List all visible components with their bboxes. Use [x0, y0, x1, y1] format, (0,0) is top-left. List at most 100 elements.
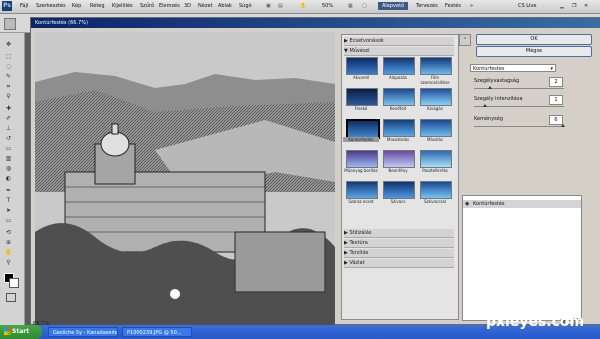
quick-select-tool-icon[interactable]: ✎	[4, 73, 13, 80]
category-artistic[interactable]: ▼ Művészi	[344, 47, 454, 56]
tool-preset-icon[interactable]	[4, 18, 16, 30]
3d-rotate-tool-icon[interactable]: ⟲	[4, 229, 13, 236]
filter-thumb-pastel[interactable]	[420, 150, 452, 168]
filter-select[interactable]: Kontúrfestés ▾	[470, 64, 556, 72]
filter-label: Másolás	[426, 137, 444, 142]
marquee-tool-icon[interactable]: ⬚	[4, 53, 13, 60]
close-icon[interactable]: ✕	[584, 3, 588, 9]
category-stylize[interactable]: ▶ Stilizálás	[344, 229, 454, 238]
shape-tool-icon[interactable]: ▭	[4, 217, 13, 224]
menu-3d[interactable]: 3D	[184, 3, 191, 9]
category-sketch[interactable]: ▶ Vázlat	[344, 259, 454, 268]
category-label: Vázlat	[349, 260, 365, 266]
edge-intensity-slider-handle[interactable]	[483, 104, 487, 107]
filter-thumb-akvarell[interactable]	[346, 57, 378, 75]
edge-intensity-label: Szegély intenzitása	[474, 96, 523, 102]
workspace-design[interactable]: Tervezés	[412, 2, 442, 10]
blur-tool-icon[interactable]: ◍	[4, 165, 13, 172]
minimize-icon[interactable]: ▁	[560, 3, 564, 9]
arrange-documents-icon[interactable]: ▦	[348, 3, 353, 9]
filter-thumb-poster-edges-selected[interactable]	[346, 119, 380, 139]
filter-thumb-cutout[interactable]	[420, 88, 452, 106]
filter-thumb-alapozas[interactable]	[383, 57, 415, 75]
bridge-icon[interactable]: ▣	[266, 3, 271, 9]
taskbar-item-photoshop[interactable]: P1000239.JPG @ 50...	[122, 327, 192, 337]
category-brush-strokes[interactable]: ▶ Ecsetvonások	[344, 37, 454, 46]
dodge-tool-icon[interactable]: ◐	[4, 175, 13, 182]
gradient-tool-icon[interactable]: ▥	[4, 155, 13, 162]
taskbar-item-browser[interactable]: Gesliche Sy - Kanadaseite	[48, 327, 118, 337]
effect-layer-item[interactable]: ◉ Kontúrfestés	[463, 200, 581, 208]
category-texture[interactable]: ▶ Textúra	[344, 239, 454, 248]
3d-orbit-tool-icon[interactable]: ⊕	[4, 239, 13, 246]
healing-tool-icon[interactable]: ✚	[4, 105, 13, 112]
posterization-slider[interactable]	[474, 126, 564, 127]
filter-thumb-dry-smudge[interactable]	[383, 88, 415, 106]
cs-live-button[interactable]: CS Live	[518, 3, 536, 9]
crop-tool-icon[interactable]: ⌗	[4, 83, 13, 90]
lasso-tool-icon[interactable]: ◌	[4, 63, 13, 70]
edge-thickness-slider-handle[interactable]	[488, 86, 492, 89]
visibility-eye-icon[interactable]: ◉	[465, 200, 469, 208]
menu-select[interactable]: Kijelölés	[112, 3, 133, 9]
workspace-painting[interactable]: Festés	[441, 2, 465, 10]
filter-thumb-sponge[interactable]	[383, 181, 415, 199]
filter-thumb-film-grain[interactable]	[420, 57, 452, 75]
mini-bridge-icon[interactable]: ▤	[278, 3, 283, 9]
pen-tool-icon[interactable]: ✒	[4, 187, 13, 194]
menu-file[interactable]: Fájl	[20, 3, 28, 9]
menu-edit[interactable]: Szerkesztés	[36, 3, 66, 9]
filter-label: Film szemcsésítése	[420, 75, 450, 85]
brush-tool-icon[interactable]: ✐	[4, 115, 13, 122]
category-label: Ecsetvonások	[349, 38, 384, 44]
eraser-tool-icon[interactable]: ▭	[4, 145, 13, 152]
background-color-swatch[interactable]	[9, 278, 19, 288]
menu-analysis[interactable]: Elemzés	[159, 3, 180, 9]
eyedropper-tool-icon[interactable]: ⚲	[4, 93, 13, 100]
filter-label: Kivágás	[427, 106, 443, 111]
preview-image[interactable]	[35, 32, 335, 336]
menu-window[interactable]: Ablak	[218, 3, 232, 9]
hand-tool-icon[interactable]: ✋	[4, 249, 13, 256]
path-select-tool-icon[interactable]: ➤	[4, 207, 13, 214]
edge-thickness-label: Szegélyvastagság	[474, 78, 520, 84]
menu-image[interactable]: Kép	[72, 3, 81, 9]
stamp-tool-icon[interactable]: ⊥	[4, 125, 13, 132]
menu-filter[interactable]: Szűrő	[140, 3, 154, 9]
move-tool-icon[interactable]: ✥	[4, 41, 13, 48]
workspace-more-icon[interactable]: »	[470, 3, 473, 9]
filter-thumb-copy[interactable]	[420, 119, 452, 137]
filter-label: Pasztellkréta	[422, 168, 448, 173]
edge-intensity-input[interactable]: 1	[549, 95, 563, 105]
hand-icon[interactable]: ✋	[300, 3, 306, 9]
screen-mode-icon[interactable]: ▢	[362, 3, 367, 9]
filter-label: Alapozás	[389, 75, 407, 80]
filter-gallery-panel: ▶ Ecsetvonások ▼ Művészi Akvarell Alapoz…	[341, 34, 459, 320]
edge-thickness-input[interactable]: 2	[549, 77, 563, 87]
zoom-tool-icon[interactable]: ⚲	[4, 259, 13, 266]
filter-thumb-dry-brush[interactable]	[346, 181, 378, 199]
workspace-essentials[interactable]: Alapvető	[378, 2, 409, 10]
filter-label: Szivacs	[390, 199, 406, 204]
filter-label: Száraz ecset	[348, 199, 374, 204]
menu-help[interactable]: Súgó	[239, 3, 252, 9]
type-tool-icon[interactable]: T	[4, 197, 13, 204]
filter-thumb-plastic-wrap[interactable]	[346, 150, 378, 168]
edge-intensity-slider[interactable]	[474, 106, 564, 107]
collapse-gallery-icon[interactable]: ⌃	[459, 34, 471, 46]
quick-mask-icon[interactable]	[6, 293, 16, 302]
filter-thumb-fresco[interactable]	[346, 88, 378, 106]
restore-icon[interactable]: ❐	[572, 3, 576, 9]
filter-thumb-rough-pastels[interactable]	[420, 181, 452, 199]
cancel-button[interactable]: Mégse	[476, 46, 592, 57]
menu-view[interactable]: Nézet	[198, 3, 212, 9]
history-brush-tool-icon[interactable]: ↺	[4, 135, 13, 142]
filter-thumb-neon-glow[interactable]	[383, 150, 415, 168]
menu-layer[interactable]: Réteg	[90, 3, 105, 9]
photoshop-logo-icon: Ps	[2, 1, 12, 11]
zoom-level[interactable]: 50%	[322, 3, 333, 9]
category-distort[interactable]: ▶ Torzítás	[344, 249, 454, 258]
posterization-slider-handle[interactable]	[561, 124, 565, 127]
filter-thumb-smudge-stick[interactable]	[383, 119, 415, 137]
ok-button[interactable]: OK	[476, 34, 592, 45]
